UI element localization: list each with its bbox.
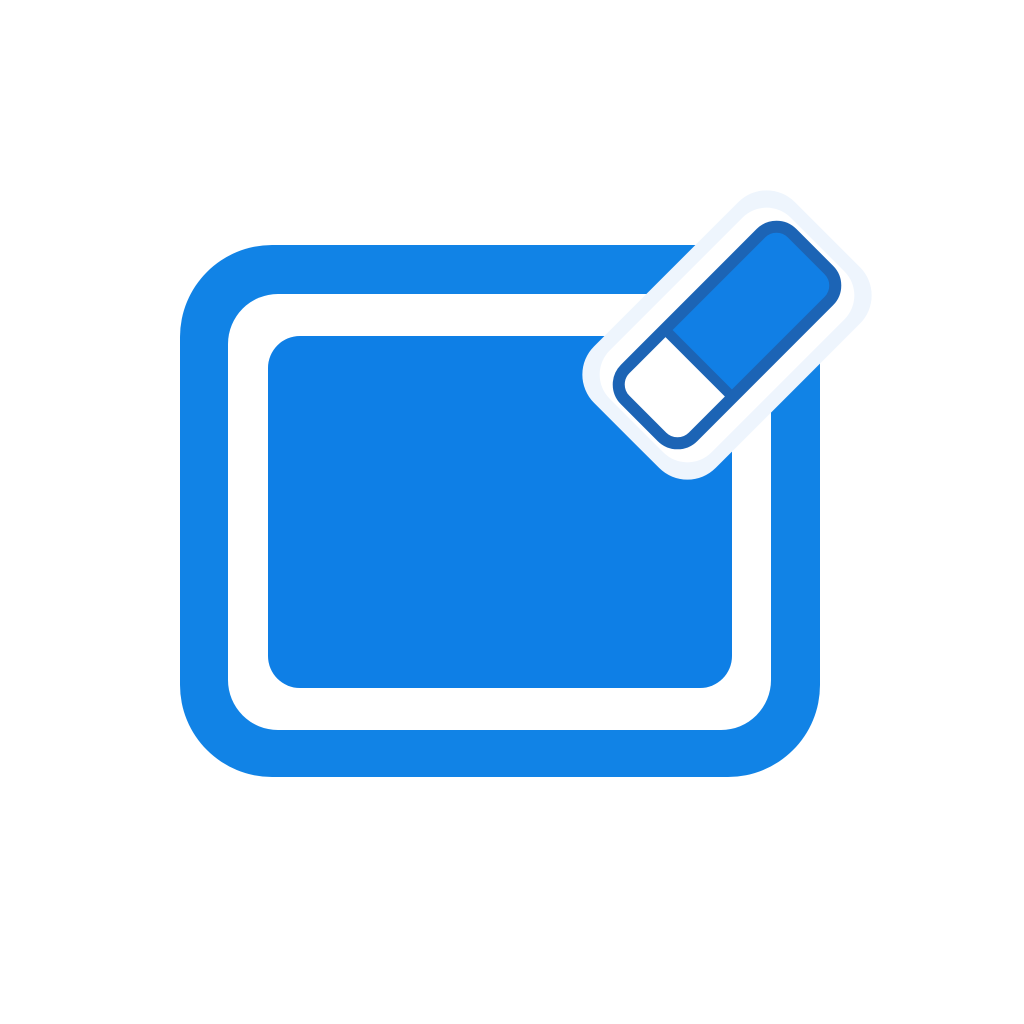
icon-canvas bbox=[0, 0, 1024, 1024]
clear-canvas-icon bbox=[180, 190, 872, 777]
